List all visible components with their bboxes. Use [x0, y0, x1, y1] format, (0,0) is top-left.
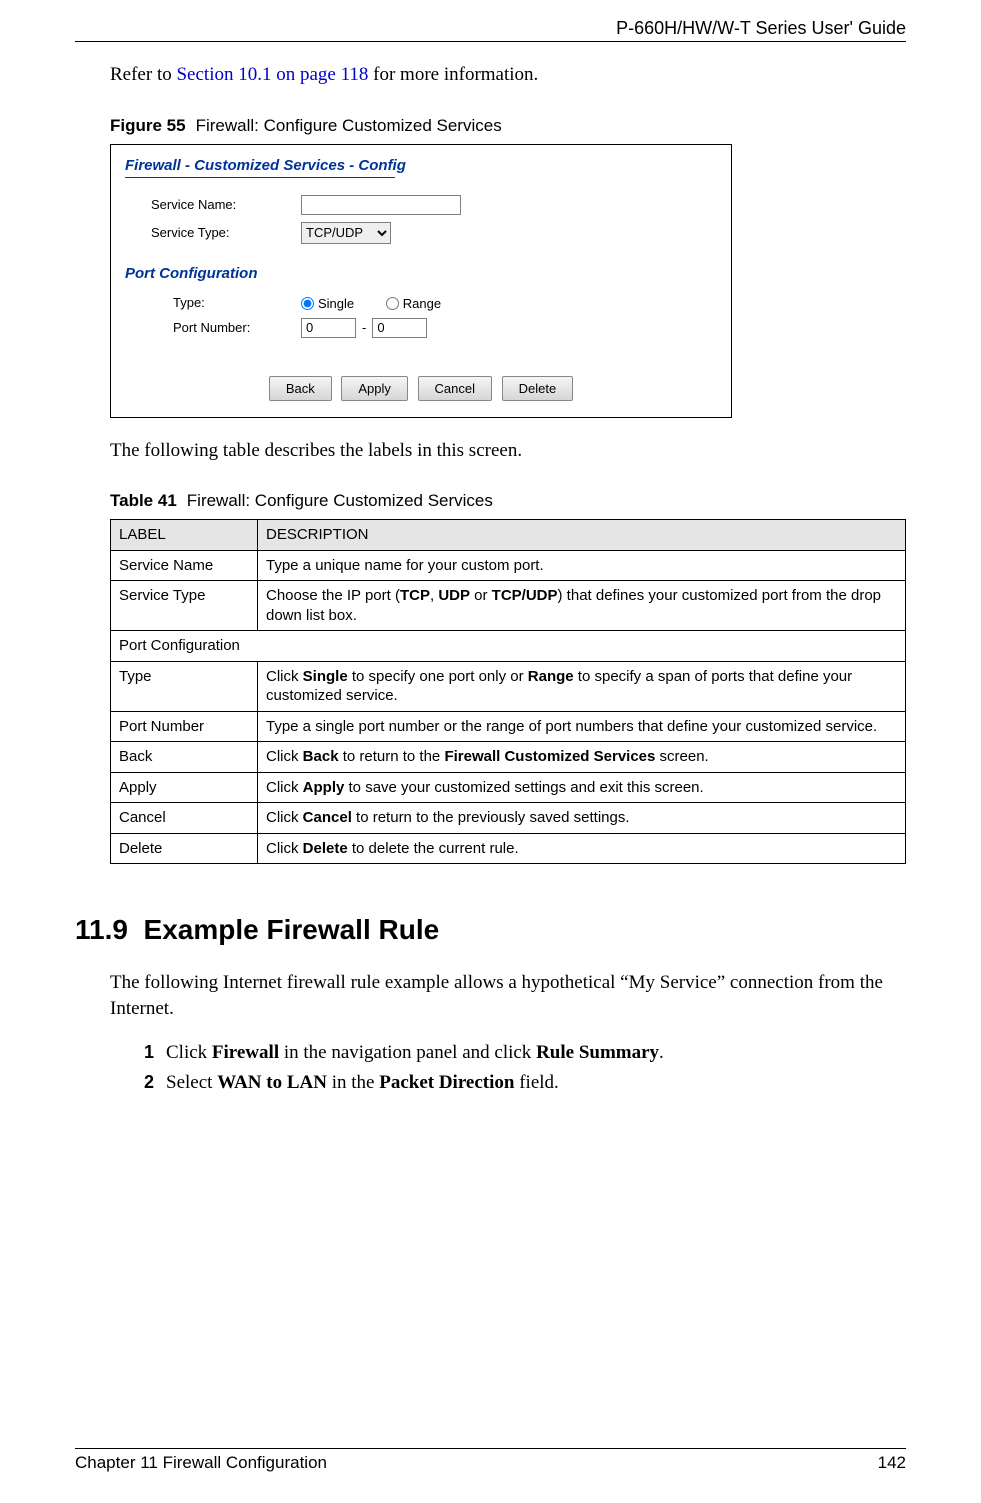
cell-desc: Click Single to specify one port only or…	[258, 661, 906, 711]
cell-label: Back	[111, 742, 258, 773]
port-dash: -	[362, 320, 366, 335]
cell-desc: Type a single port number or the range o…	[258, 711, 906, 742]
list-item: 1 Click Firewall in the navigation panel…	[144, 1042, 906, 1064]
cell-label: Type	[111, 661, 258, 711]
table-row: Apply Click Apply to save your customize…	[111, 772, 906, 803]
cell-label: Delete	[111, 833, 258, 864]
xref-link[interactable]: Section 10.1 on page 118	[176, 64, 368, 85]
back-button[interactable]: Back	[269, 376, 332, 401]
table-row: Cancel Click Cancel to return to the pre…	[111, 803, 906, 834]
apply-button[interactable]: Apply	[341, 376, 408, 401]
radio-single[interactable]	[301, 297, 314, 310]
port-from-input[interactable]	[301, 318, 356, 338]
table-row: Service Type Choose the IP port (TCP, UD…	[111, 581, 906, 631]
service-type-label: Service Type:	[151, 225, 301, 240]
cell-desc: Click Delete to delete the current rule.	[258, 833, 906, 864]
port-config-heading: Port Configuration	[111, 251, 731, 284]
table-row: Port Number Type a single port number or…	[111, 711, 906, 742]
th-label: LABEL	[111, 520, 258, 551]
panel-title: Firewall - Customized Services - Config	[111, 145, 731, 175]
running-header: P-660H/HW/W-T Series User' Guide	[75, 18, 906, 39]
radio-single-label: Single	[318, 296, 354, 311]
step-text: Click Firewall in the navigation panel a…	[166, 1042, 664, 1064]
th-description: DESCRIPTION	[258, 520, 906, 551]
cell-desc: Choose the IP port (TCP, UDP or TCP/UDP)…	[258, 581, 906, 631]
numbered-list: 1 Click Firewall in the navigation panel…	[144, 1042, 906, 1094]
figure-caption: Figure 55 Firewall: Configure Customized …	[110, 116, 906, 136]
cell-label: Service Type	[111, 581, 258, 631]
type-label: Type:	[173, 295, 301, 310]
table-row: Type Click Single to specify one port on…	[111, 661, 906, 711]
table-row: Back Click Back to return to the Firewal…	[111, 742, 906, 773]
step-text: Select WAN to LAN in the Packet Directio…	[166, 1072, 559, 1094]
step-number: 1	[144, 1042, 166, 1064]
cell-label: Cancel	[111, 803, 258, 834]
footer-chapter: Chapter 11 Firewall Configuration	[75, 1453, 327, 1473]
table-row-span: Port Configuration	[111, 631, 906, 662]
screenshot-panel: Firewall - Customized Services - Config …	[110, 144, 732, 418]
section-body: The following Internet firewall rule exa…	[110, 970, 906, 1021]
radio-range-label: Range	[403, 296, 441, 311]
section-number: 11.9	[75, 914, 128, 945]
table-title: Firewall: Configure Customized Services	[187, 491, 493, 510]
text: for more information.	[368, 64, 538, 85]
table-row: Service Name Type a unique name for your…	[111, 550, 906, 581]
text: Refer to	[110, 64, 176, 85]
figure-title: Firewall: Configure Customized Services	[196, 116, 502, 135]
service-name-input[interactable]	[301, 195, 461, 215]
cell-label: Port Number	[111, 711, 258, 742]
table-label: Table 41	[110, 491, 177, 510]
port-to-input[interactable]	[372, 318, 427, 338]
cell-desc: Type a unique name for your custom port.	[258, 550, 906, 581]
service-type-select[interactable]: TCP/UDP	[301, 222, 391, 244]
description-table: LABEL DESCRIPTION Service Name Type a un…	[110, 519, 906, 864]
section-title: Example Firewall Rule	[144, 914, 440, 945]
step-number: 2	[144, 1072, 166, 1094]
cell-label: Service Name	[111, 550, 258, 581]
table-intro: The following table describes the labels…	[110, 438, 906, 464]
figure-label: Figure 55	[110, 116, 186, 135]
table-caption: Table 41 Firewall: Configure Customized S…	[110, 491, 906, 511]
cell-desc: Click Cancel to return to the previously…	[258, 803, 906, 834]
footer-rule	[75, 1448, 906, 1449]
cell-desc: Click Back to return to the Firewall Cus…	[258, 742, 906, 773]
header-rule	[75, 41, 906, 42]
radio-range[interactable]	[386, 297, 399, 310]
port-number-label: Port Number:	[173, 320, 301, 335]
footer-page-number: 142	[878, 1453, 906, 1473]
cell-label: Apply	[111, 772, 258, 803]
button-row: Back Apply Cancel Delete	[111, 376, 731, 401]
delete-button[interactable]: Delete	[502, 376, 574, 401]
cell-span: Port Configuration	[111, 631, 906, 662]
list-item: 2 Select WAN to LAN in the Packet Direct…	[144, 1072, 906, 1094]
cancel-button[interactable]: Cancel	[418, 376, 492, 401]
section-heading: 11.9 Example Firewall Rule	[75, 914, 906, 946]
service-name-label: Service Name:	[151, 197, 301, 212]
cell-desc: Click Apply to save your customized sett…	[258, 772, 906, 803]
footer: Chapter 11 Firewall Configuration 142	[75, 1448, 906, 1473]
table-row: Delete Click Delete to delete the curren…	[111, 833, 906, 864]
intro-paragraph: Refer to Section 10.1 on page 118 for mo…	[110, 62, 906, 88]
